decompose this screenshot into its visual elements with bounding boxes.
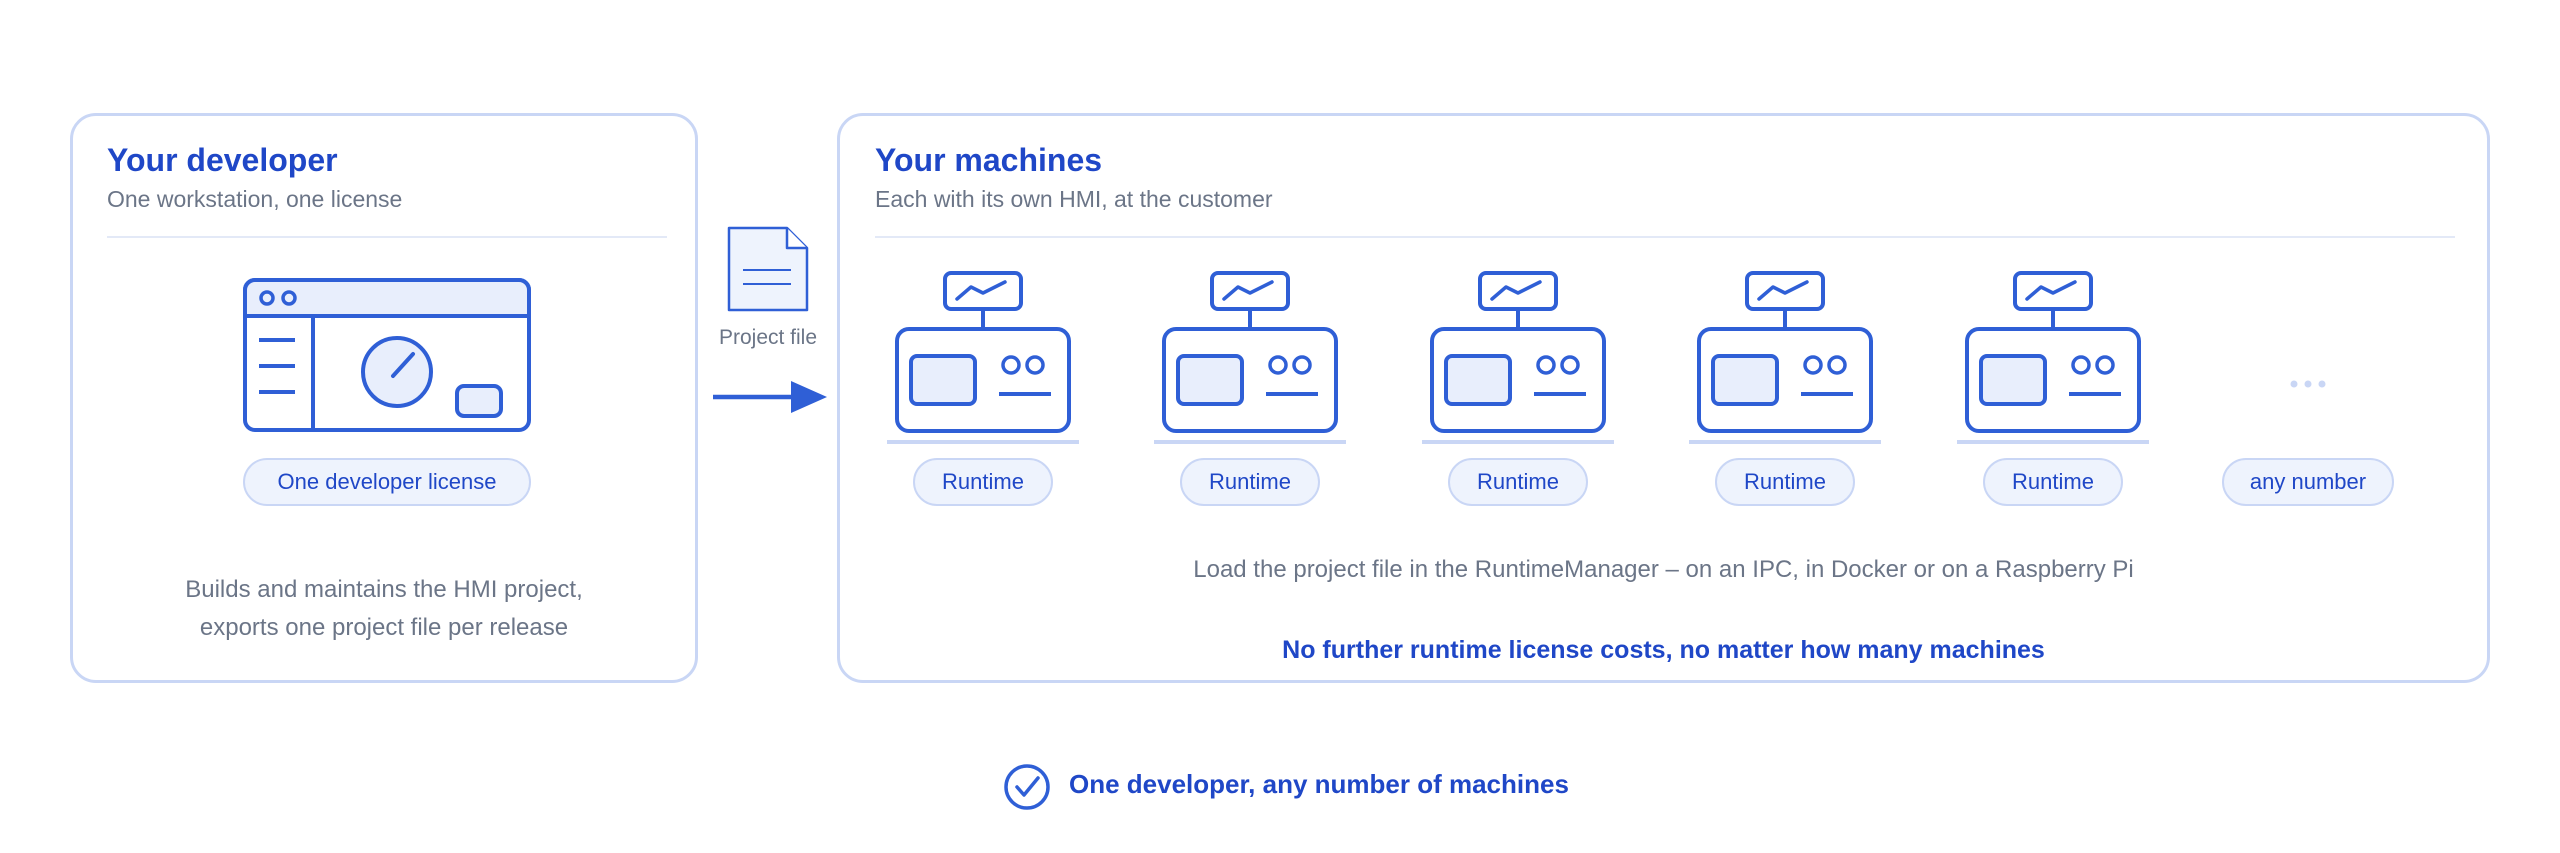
machines-subtitle: Each with its own HMI, at the customer (875, 186, 1273, 212)
developer-license-pill: One developer license (243, 458, 531, 506)
check-circle-icon (1004, 764, 1050, 810)
developer-title: Your developer (107, 142, 338, 178)
machine-hmi-icon (1154, 271, 1346, 444)
ellipsis-icon (2290, 380, 2326, 388)
runtime-pill: Runtime (1448, 458, 1588, 506)
hmi-workstation-icon (243, 278, 531, 432)
machine-hmi-icon (1422, 271, 1614, 444)
developer-description-line2: exports one project file per release (199, 614, 569, 641)
developer-card: Your developer One workstation, one lice… (70, 113, 698, 683)
arrow-right-icon (713, 381, 827, 413)
runtime-machine: Runtime (1689, 266, 1885, 514)
machines-divider (875, 236, 2455, 238)
footer-tagline: One developer, any number of machines (1069, 769, 1569, 799)
developer-description-line1: Builds and maintains the HMI project, (185, 576, 583, 603)
load-instructions: Load the project file in the RuntimeMana… (1193, 556, 2134, 583)
machine-hmi-icon (1689, 271, 1881, 444)
runtime-machine: Runtime (1422, 266, 1618, 514)
runtime-machine: Runtime (1154, 266, 1350, 514)
machines-title: Your machines (875, 142, 1103, 178)
cost-statement: No further runtime license costs, no mat… (1282, 636, 2045, 664)
runtime-pill: Runtime (1983, 458, 2123, 506)
machine-hmi-icon (1957, 271, 2149, 444)
runtime-pill: Runtime (913, 458, 1053, 506)
runtime-machine: Runtime (1957, 266, 2153, 514)
runtime-pill: Runtime (1180, 458, 1320, 506)
machine-hmi-icon (887, 271, 1079, 444)
project-file-label: Project file (718, 326, 818, 349)
runtime-machine: Runtime (887, 266, 1083, 514)
developer-divider (107, 236, 667, 238)
machines-card: Your machines Each with its own HMI, at … (837, 113, 2490, 683)
developer-subtitle: One workstation, one license (107, 186, 403, 212)
document-icon (727, 226, 809, 312)
runtime-pill: Runtime (1715, 458, 1855, 506)
any-number-pill: any number (2222, 458, 2394, 506)
